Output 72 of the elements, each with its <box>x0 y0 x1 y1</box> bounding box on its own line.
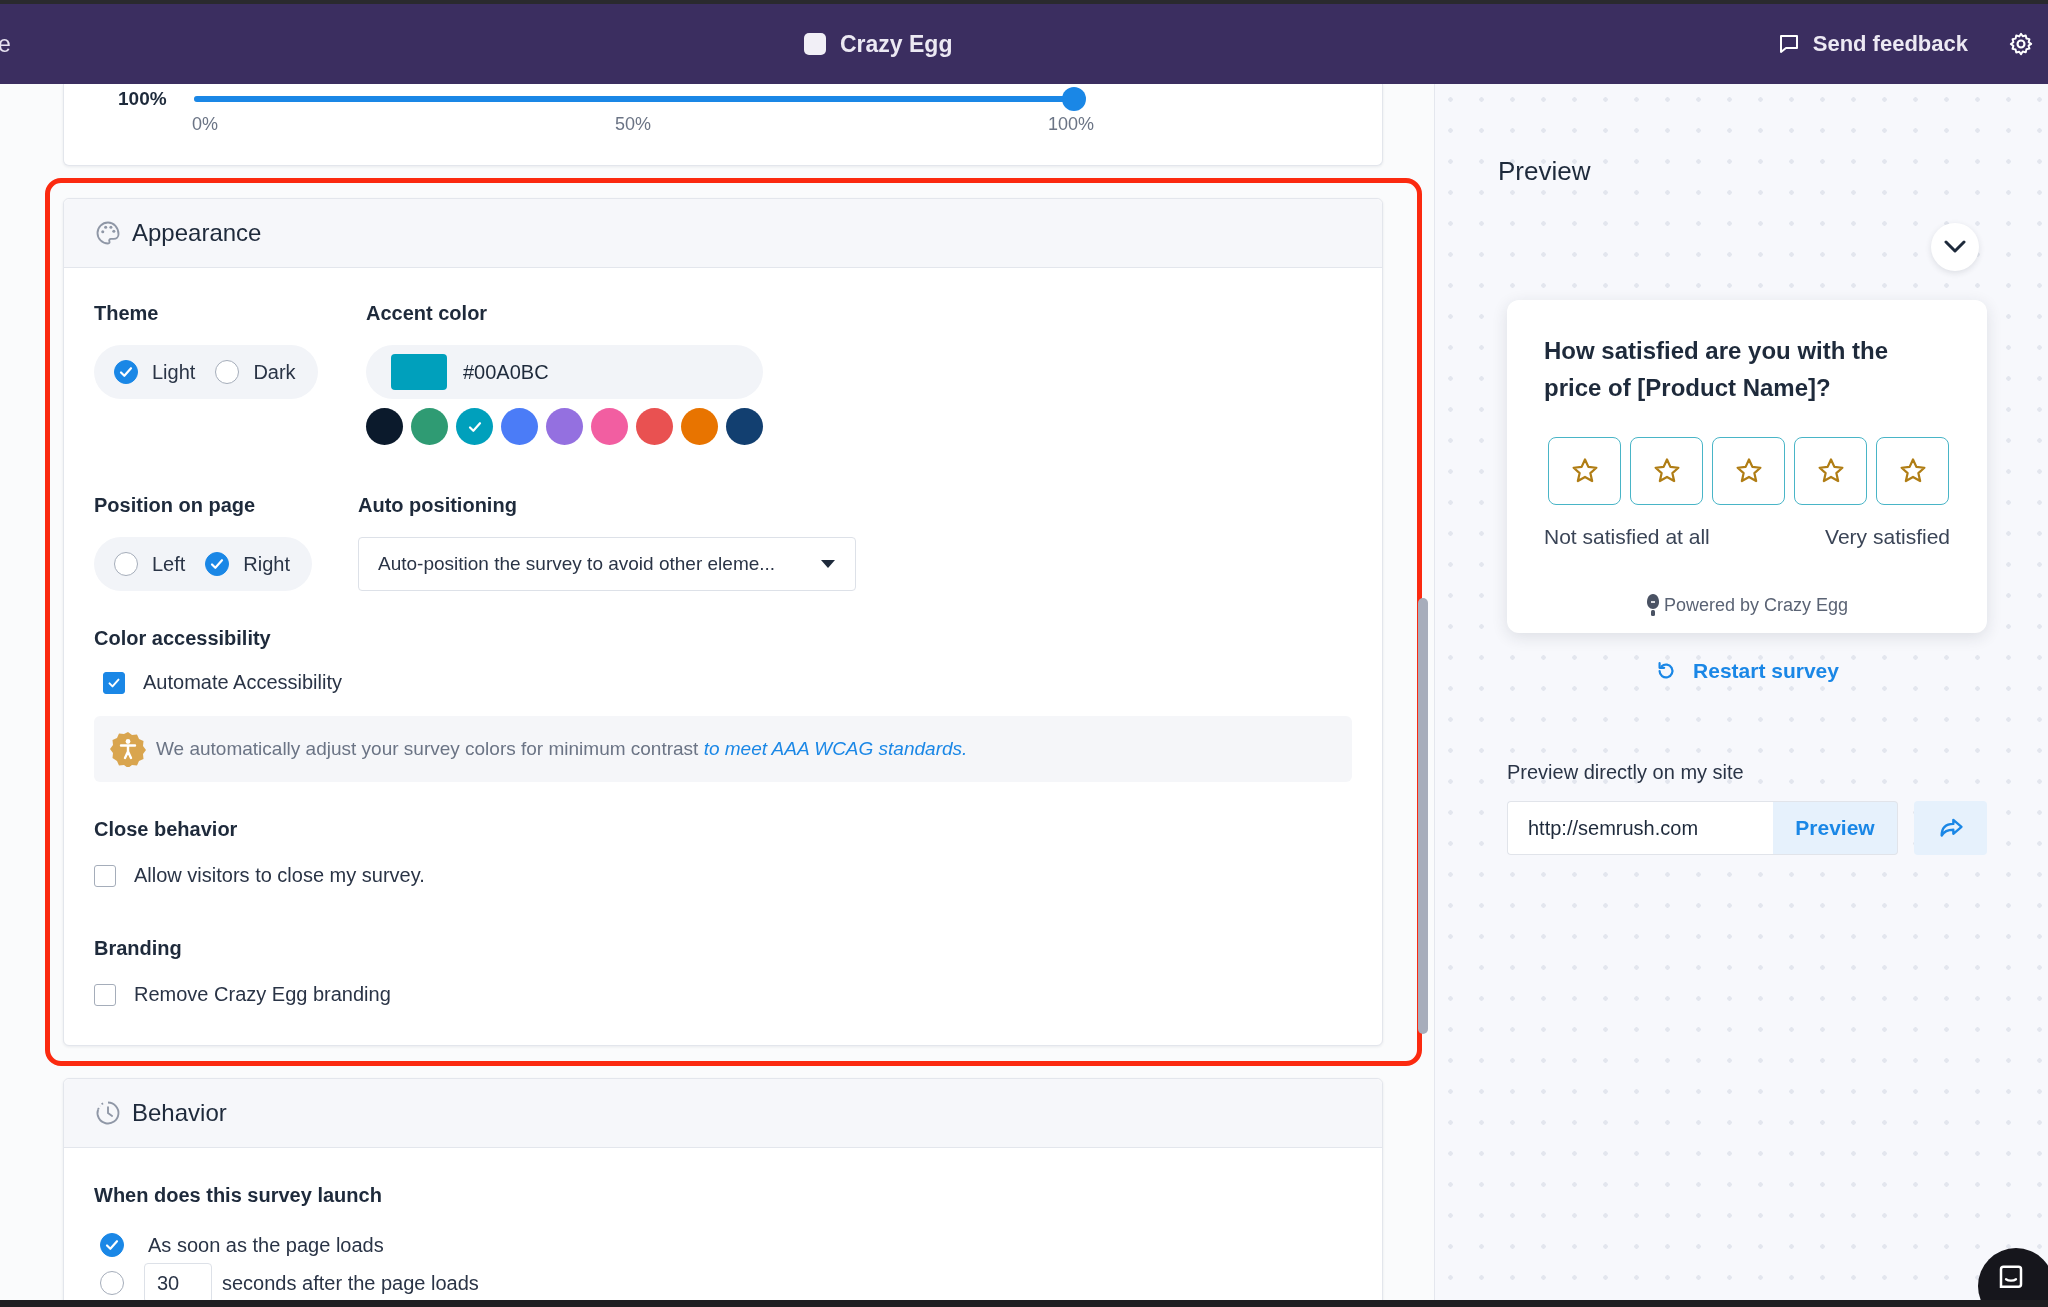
collapse-button[interactable] <box>1931 223 1979 271</box>
powered-by-text: Powered by Crazy Egg <box>1663 594 1849 616</box>
color-field[interactable]: #00A0BC <box>366 345 763 399</box>
option-label: Dark <box>253 360 296 384</box>
checkbox-label: Remove Crazy Egg branding <box>134 983 391 1006</box>
radio-button[interactable] <box>215 360 240 384</box>
option-label: Left <box>152 552 186 576</box>
egg-icon <box>1645 593 1660 617</box>
share-button[interactable] <box>1914 801 1987 855</box>
survey-question: How satisfied are you with the price of [Product Name]? <box>1544 336 1890 403</box>
radio-button[interactable] <box>205 552 230 576</box>
section-title: Behavior <box>132 1099 227 1127</box>
option-label: seconds after the page loads <box>222 1271 479 1295</box>
color-swatch[interactable] <box>591 408 628 445</box>
restart-button[interactable]: Restart survey <box>1655 659 1839 683</box>
radio-button[interactable] <box>100 1271 124 1295</box>
field-label: Position on page <box>94 494 257 518</box>
color-swatch[interactable] <box>366 408 403 445</box>
caret-icon <box>821 560 835 568</box>
checkbox-label: Automate Accessibility <box>143 671 342 694</box>
field-label: Branding <box>94 937 183 961</box>
range-value: 100% <box>118 88 168 110</box>
color-swatch[interactable] <box>546 408 583 445</box>
color-swatch[interactable] <box>501 408 538 445</box>
seconds-input[interactable]: 30 <box>144 1263 212 1300</box>
field-label: Theme <box>94 302 160 326</box>
section-title: Appearance <box>132 219 262 247</box>
chevron-down-icon <box>1944 240 1966 254</box>
tick-label: 50% <box>614 114 651 135</box>
star-button[interactable] <box>1876 437 1949 505</box>
radio-button[interactable] <box>114 360 138 384</box>
color-swatch[interactable] <box>456 408 493 445</box>
color-swatch[interactable] <box>411 408 448 445</box>
field-label: Auto positioning <box>358 494 518 518</box>
app-title: Crazy Egg <box>840 30 953 58</box>
dropdown[interactable]: Auto-position the survey to avoid other eleme... <box>358 537 856 591</box>
color-swatch[interactable] <box>726 408 763 445</box>
star-button[interactable] <box>1548 437 1621 505</box>
field-label: Color accessibility <box>94 627 272 651</box>
option-label: Right <box>243 552 291 576</box>
option-label: Light <box>152 360 196 384</box>
checkbox-label: Allow visitors to close my survey. <box>134 864 425 887</box>
checkbox[interactable] <box>103 671 125 694</box>
checkbox[interactable] <box>94 983 116 1006</box>
field-label: Accent color <box>366 302 489 326</box>
star-button[interactable] <box>1712 437 1785 505</box>
scrollbar-thumb[interactable] <box>1418 598 1428 1034</box>
settings-icon[interactable] <box>2008 31 2034 57</box>
preview-heading: Preview <box>1498 156 1592 187</box>
tick-label: 100% <box>1047 114 1094 135</box>
field-label: Close behavior <box>94 818 239 842</box>
slider-thumb[interactable] <box>1062 87 1086 111</box>
field-label: Preview directly on my site <box>1507 761 1745 784</box>
radio-button[interactable] <box>100 1233 124 1257</box>
scale-label: Very satisfied <box>1825 525 1950 549</box>
clock-icon <box>94 1099 122 1127</box>
notice-text: We automatically adjust your survey colors for minimum contrast to meet AAA WCAG standards. <box>156 738 968 760</box>
palette-icon <box>94 219 122 247</box>
field-label: When does this survey launch <box>94 1184 383 1208</box>
hex-value: #00A0BC <box>463 360 549 384</box>
send-feedback-button[interactable]: Send feedback <box>1776 31 1968 57</box>
color-swatch[interactable] <box>636 408 673 445</box>
star-button[interactable] <box>1794 437 1867 505</box>
color-swatch[interactable] <box>681 408 718 445</box>
scale-label: Not satisfied at all <box>1544 525 1710 549</box>
option-label: As soon as the page loads <box>148 1233 384 1257</box>
accessibility-icon <box>110 731 146 767</box>
tick-label: 0% <box>192 114 218 135</box>
checkbox[interactable] <box>94 864 116 887</box>
app-icon <box>804 33 826 55</box>
radio-button[interactable] <box>114 552 138 576</box>
star-button[interactable] <box>1630 437 1703 505</box>
